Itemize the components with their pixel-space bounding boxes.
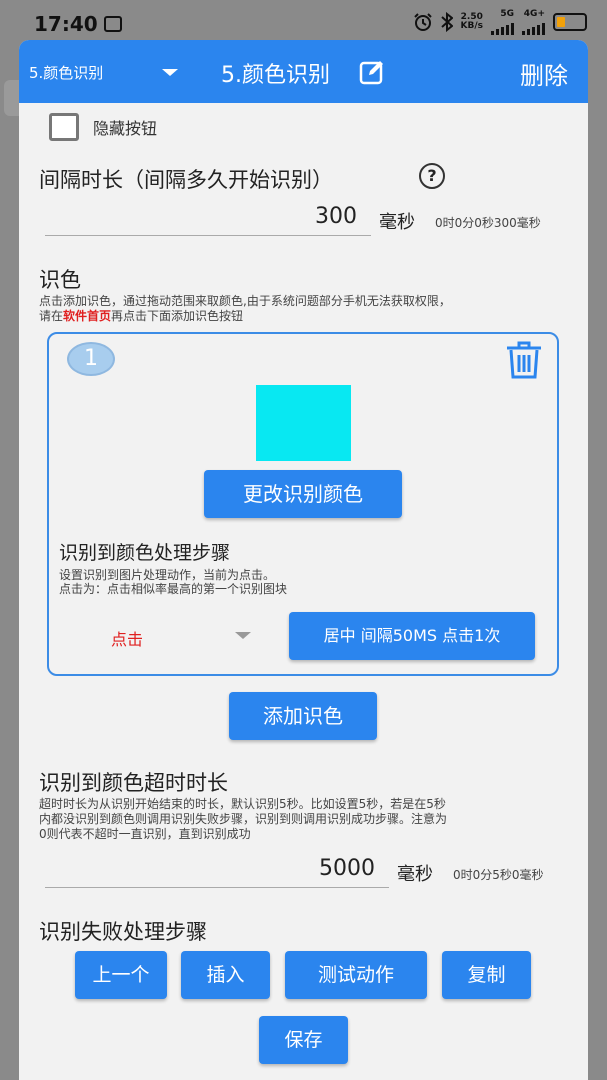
found-step-desc-line1: 设置识别到图片处理动作，当前为点击。 — [59, 568, 276, 582]
test-action-button[interactable]: 测试动作 — [285, 951, 427, 999]
signal-4g: 4G+ — [522, 9, 545, 35]
timeout-unit: 毫秒 — [397, 864, 433, 885]
dialog-title: 5.颜色识别 — [221, 63, 330, 88]
hide-button-label: 隐藏按钮 — [93, 119, 158, 138]
home-page-link[interactable]: 软件首页 — [63, 309, 111, 323]
signal-bars-icon — [491, 19, 514, 35]
save-button[interactable]: 保存 — [259, 1016, 348, 1064]
found-step-desc: 设置识别到图片处理动作，当前为点击。 点击为：点击相似率最高的第一个识别图块 — [59, 568, 287, 596]
hide-button-checkbox[interactable] — [49, 113, 79, 141]
alarm-icon — [413, 13, 432, 31]
help-icon[interactable]: ? — [419, 163, 445, 189]
action-detail-button[interactable]: 居中 间隔50MS 点击1次 — [289, 612, 535, 660]
interval-unit: 毫秒 — [379, 212, 415, 233]
step-dropdown[interactable]: 5.颜色识别 — [29, 62, 103, 83]
copy-button[interactable]: 复制 — [442, 951, 531, 999]
status-icons: 2.50 KB/s 5G 4G+ — [413, 9, 587, 35]
status-bar: 17:40 2.50 KB/s 5G 4G+ — [0, 0, 607, 40]
action-type-select[interactable]: 点击 — [111, 626, 143, 650]
color-desc-line2: 请在软件首页再点击下面添加识色按钮 — [39, 309, 579, 324]
hide-button-row[interactable]: 隐藏按钮 — [49, 113, 157, 141]
timeout-input[interactable]: 5000 — [45, 854, 389, 888]
speed-unit: KB/s — [460, 21, 483, 31]
battery-icon — [553, 13, 587, 31]
color-section-desc: 点击添加识色，通过拖动范围来取颜色,由于系统问题部分手机无法获取权限， 请在软件… — [39, 294, 579, 324]
interval-duration: 0时0分0秒300毫秒 — [435, 216, 541, 230]
color-swatch — [256, 385, 351, 461]
timeout-desc-line2: 内都没识别到颜色则调用识别失败步骤，识别到则调用识别成功步骤。注意为 — [39, 812, 448, 826]
edit-icon[interactable] — [359, 59, 385, 85]
interval-input[interactable]: 300 — [45, 202, 371, 236]
desc-text: 再点击下面添加识色按钮 — [111, 309, 244, 323]
delete-button[interactable]: 删除 — [520, 56, 568, 91]
color-item-card: 1 更改识别颜色 识别到颜色处理步骤 设置识别到图片处理动作，当前为点击。 点击… — [47, 332, 559, 676]
sim-card-icon — [104, 16, 122, 32]
color-desc-line1: 点击添加识色，通过拖动范围来取颜色,由于系统问题部分手机无法获取权限， — [39, 294, 451, 308]
chevron-down-icon[interactable] — [235, 632, 251, 639]
color-recognition-dialog: 5.颜色识别 5.颜色识别 删除 隐藏按钮 间隔时长（间隔多久开始识别） ? 3… — [19, 40, 588, 1080]
net2-label: 4G+ — [523, 9, 545, 19]
desc-text: 请在 — [39, 309, 64, 323]
timeout-title: 识别到颜色超时时长 — [39, 771, 228, 795]
trash-icon[interactable] — [503, 340, 545, 380]
color-section-title: 识色 — [39, 268, 81, 292]
prev-button[interactable]: 上一个 — [75, 951, 167, 999]
insert-button[interactable]: 插入 — [181, 951, 270, 999]
dialog-header: 5.颜色识别 5.颜色识别 删除 — [19, 40, 588, 103]
status-time: 17:40 — [34, 12, 98, 36]
add-color-button[interactable]: 添加识色 — [229, 692, 377, 740]
timeout-duration: 0时0分5秒0毫秒 — [453, 868, 544, 882]
timeout-desc-line1: 超时时长为从识别开始结束的时长，默认识别5秒。比如设置5秒，若是在5秒 — [39, 797, 446, 811]
bluetooth-icon — [440, 12, 453, 32]
chevron-down-icon[interactable] — [162, 69, 178, 76]
timeout-desc-line3: 0则代表不超时一直识别，直到识别成功 — [39, 827, 251, 841]
change-color-button[interactable]: 更改识别颜色 — [204, 470, 402, 518]
signal-bars-icon — [522, 19, 545, 35]
net1-label: 5G — [500, 9, 514, 19]
fail-steps-title: 识别失败处理步骤 — [39, 920, 207, 944]
signal-5g: 5G — [491, 9, 514, 35]
timeout-desc: 超时时长为从识别开始结束的时长，默认识别5秒。比如设置5秒，若是在5秒 内都没识… — [39, 797, 584, 842]
item-index-badge: 1 — [67, 342, 115, 376]
interval-title: 间隔时长（间隔多久开始识别） — [39, 168, 333, 192]
found-step-title: 识别到颜色处理步骤 — [59, 542, 231, 564]
found-step-desc-line2: 点击为：点击相似率最高的第一个识别图块 — [59, 582, 288, 596]
network-speed: 2.50 KB/s — [461, 13, 483, 31]
